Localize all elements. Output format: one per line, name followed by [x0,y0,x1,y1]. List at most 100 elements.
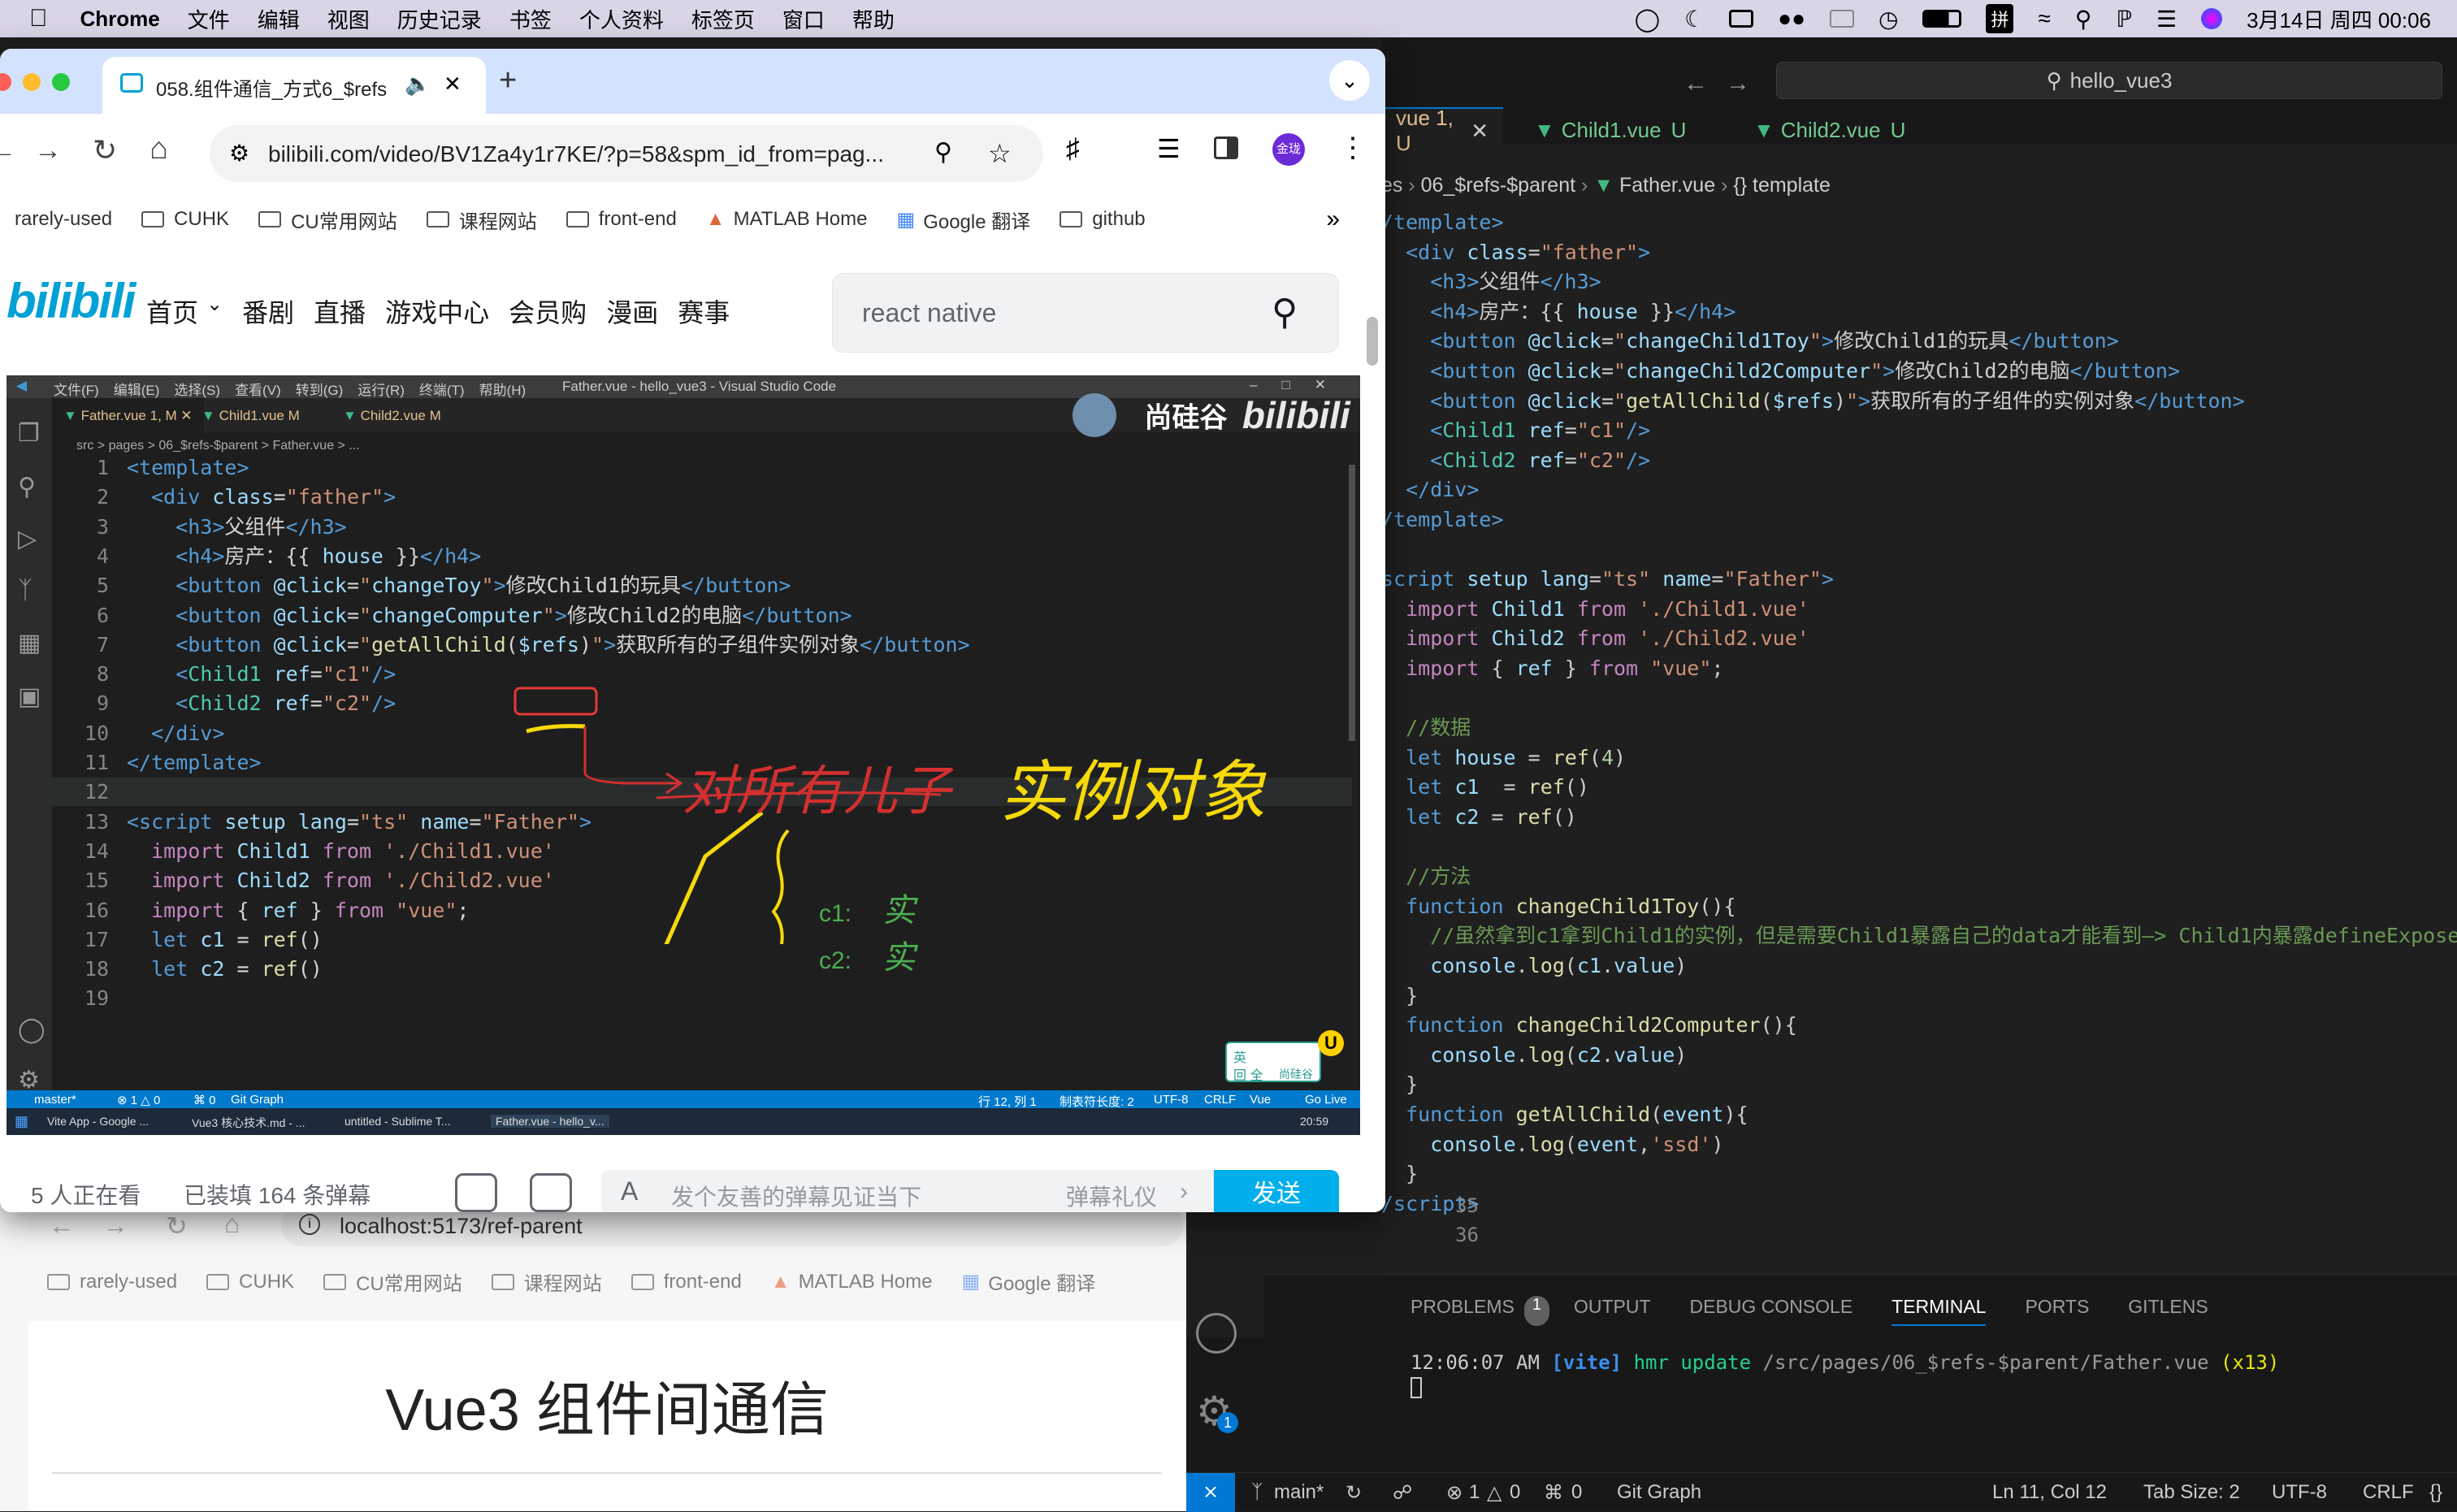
breadcrumb-part[interactable]: Father.vue [1619,174,1715,197]
bilibili-search-input[interactable]: react native ⚲ [832,273,1339,353]
bookmark-rarely-used[interactable]: rarely-used [15,208,112,231]
nav-member-shop[interactable]: 会员购 [509,292,587,330]
close-icon[interactable]: ✕ [444,71,462,97]
reload-icon[interactable]: ↻ [166,1211,188,1241]
play-circle-icon[interactable]: ◯ [1635,6,1660,32]
font-style-icon[interactable]: A [621,1176,638,1207]
panel-tab-gitlens[interactable]: GITLENS [2128,1296,2208,1326]
status-git-graph[interactable]: Git Graph [1617,1481,1701,1504]
status-warnings[interactable]: 0 [1510,1481,1520,1504]
tab-bilibili[interactable]: 058.组件通信_方式6_$refs 🔈 ✕ [102,57,486,114]
bookmark-google-translate[interactable]: ▦ Google 翻译 [897,206,1031,234]
vscode-code-editor[interactable]: /template> <div class="father"> <h3>父组件<… [1381,208,2457,1256]
status-tab-size[interactable]: Tab Size: 2 [2143,1481,2240,1504]
window-icon[interactable] [1830,10,1854,28]
nav-esports[interactable]: 赛事 [678,292,730,330]
side-panel-icon[interactable] [1214,136,1238,159]
bookmark-cu-sites[interactable]: CU常用网站 [258,206,397,234]
manage-gear-icon[interactable]: ⚙ 1 [1196,1391,1238,1433]
command-center-search[interactable]: ⚲ hello_vue3 [1776,62,2442,99]
bookmark-matlab[interactable]: ▲ MATLAB Home [706,208,868,231]
bookmark-github[interactable]: github [1060,208,1146,231]
more-bookmarks-icon[interactable]: » [1326,206,1340,233]
scrollbar[interactable] [1367,317,1378,366]
menu-app-name[interactable]: Chrome [80,6,160,32]
home-icon[interactable]: ⌂ [224,1209,240,1239]
panel-tab-output[interactable]: OUTPUT [1574,1296,1651,1326]
video-player[interactable]: ◀ 文件(F) 编辑(E) 选择(S) 查看(V) 转到(G) 运行(R) 终端… [6,375,1360,1135]
nav-bangumi[interactable]: 番剧 [242,292,294,330]
status-encoding[interactable]: UTF-8 [2272,1481,2327,1504]
search-icon[interactable]: ⚲ [1272,292,1298,333]
info-icon[interactable]: i [299,1214,320,1235]
panel-tab-ports[interactable]: PORTS [2025,1296,2089,1326]
danmaku-settings-icon[interactable] [530,1173,572,1212]
battery-icon[interactable] [1922,10,1962,28]
bookmark-courses[interactable]: 课程网站 [491,1267,602,1296]
site-settings-icon[interactable]: ⚙ [229,140,249,167]
bookmark-front-end[interactable]: front-end [566,208,677,231]
status-errors[interactable]: 1 [1469,1481,1480,1504]
new-tab-icon[interactable]: + [499,63,517,98]
bookmark-rarely-used[interactable]: rarely-used [47,1267,177,1296]
status-eol[interactable]: CRLF [2363,1481,2414,1504]
tab-search-button[interactable]: ⌄ [1329,60,1370,101]
panel-tab-problems[interactable]: PROBLEMS [1410,1296,1514,1326]
extensions-icon[interactable]: ♯ [1066,133,1080,165]
danmaku-input[interactable]: A 发个友善的弹幕见证当下 弹幕礼仪 › [601,1170,1220,1212]
status-branch[interactable]: main* [1274,1481,1324,1504]
moon-icon[interactable]: ☾ [1684,6,1705,32]
breadcrumb-part[interactable]: {} template [1733,174,1831,197]
menu-item-history[interactable]: 历史记录 [397,4,482,34]
back-arrow-icon[interactable]: ← [0,135,16,167]
menu-item-bookmarks[interactable]: 书签 [509,4,552,34]
nav-home[interactable]: 首页 [146,292,198,330]
forward-arrow-icon[interactable]: → [34,135,62,167]
status-ports[interactable]: 0 [1571,1481,1582,1504]
status-cursor-position[interactable]: Ln 11, Col 12 [1992,1481,2107,1504]
bookmark-front-end[interactable]: front-end [630,1267,742,1296]
control-center-icon[interactable]: ☰ [2156,6,2177,32]
tab-child2-vue[interactable]: ▼ Child2.vue U [1739,107,1920,153]
menubar-clock[interactable]: 3月14日 周四 00:06 [2247,4,2431,34]
time-machine-icon[interactable]: ◷ [1878,6,1898,32]
nav-manga[interactable]: 漫画 [606,292,658,330]
sync-icon[interactable]: ↻ [1346,1481,1362,1505]
bookmark-cuhk[interactable]: CUHK [141,208,229,231]
danmaku-toggle-icon[interactable] [455,1173,497,1212]
tab-child1-vue[interactable]: ▼ Child1.vue U [1519,107,1701,153]
menu-item-tabs[interactable]: 标签页 [691,4,755,34]
bookmark-google-translate[interactable]: ▦ Google 翻译 [962,1267,1096,1296]
nav-game-center[interactable]: 游戏中心 [385,292,489,330]
wechat-icon[interactable]: ●● [1778,6,1805,32]
braces-icon[interactable]: {} [2429,1481,2442,1504]
address-bar[interactable]: ⚙ bilibili.com/video/BV1Za4y1r7KE/?p=58&… [210,125,1043,182]
home-icon[interactable]: ⌂ [150,132,168,167]
bookmark-cuhk[interactable]: CUHK [206,1267,294,1296]
menu-item-edit[interactable]: 编辑 [258,4,300,34]
menu-item-file[interactable]: 文件 [188,4,230,34]
profile-avatar[interactable]: 金珑 [1272,133,1305,166]
wifi-icon[interactable]: ≈ [2038,6,2050,32]
bilibili-logo[interactable]: bilibili [6,273,136,329]
back-arrow-icon[interactable]: ← [1684,70,1708,97]
panel-tab-debug-console[interactable]: DEBUG CONSOLE [1690,1296,1853,1326]
git-icon[interactable]: ☍ [1393,1481,1412,1505]
bluetooth-icon[interactable]: ℙ [2116,6,2132,32]
audio-icon[interactable]: 🔈 [405,71,431,97]
back-arrow-icon[interactable]: ← [49,1211,75,1241]
menu-item-help[interactable]: 帮助 [852,4,895,34]
menu-item-view[interactable]: 视图 [327,4,370,34]
close-window-button[interactable] [0,73,11,91]
bookmark-star-icon[interactable]: ☆ [988,138,1012,169]
bookmark-courses[interactable]: 课程网站 [426,206,537,234]
reload-icon[interactable]: ↻ [93,133,117,167]
forward-arrow-icon[interactable]: → [1726,70,1750,97]
tab-father-vue[interactable]: vue 1, U ✕ [1381,106,1503,155]
menu-item-profiles[interactable]: 个人资料 [579,4,664,34]
apple-icon[interactable]:  [29,5,48,32]
danmaku-etiquette-link[interactable]: 弹幕礼仪 [1066,1180,1157,1212]
bookmark-cu-sites[interactable]: CU常用网站 [323,1267,462,1296]
search-icon[interactable]: ⚲ [2075,6,2092,32]
panel-tab-terminal[interactable]: TERMINAL [1892,1296,1987,1326]
